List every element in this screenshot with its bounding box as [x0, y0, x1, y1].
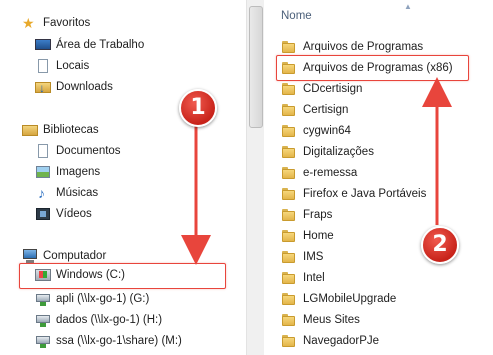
annotation-arrows: [181, 77, 452, 265]
annotation-badge-2: 2: [421, 226, 459, 264]
annotation-badge-1: 1: [179, 89, 217, 127]
